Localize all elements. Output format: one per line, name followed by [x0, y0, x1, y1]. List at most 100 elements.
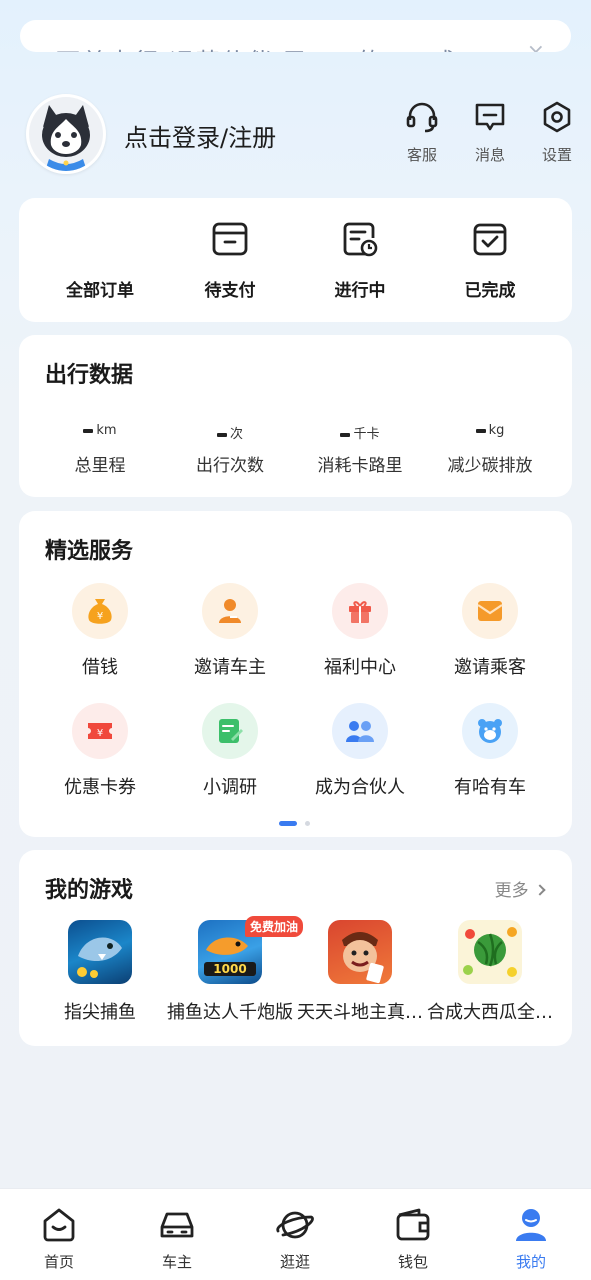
- nav-home[interactable]: 首页: [0, 1205, 118, 1272]
- customer-service-button[interactable]: 客服: [394, 100, 450, 165]
- service-become-partner-label: 成为合伙人: [315, 777, 405, 798]
- message-icon: [475, 103, 505, 131]
- game-finger-fishing[interactable]: 指尖捕鱼: [35, 920, 165, 1024]
- settings-icon: [543, 101, 571, 133]
- orders-card: 全部订单 待支付 进行中 已完成: [19, 198, 572, 322]
- game-landlord-label: 天天斗地主真人版: [297, 1002, 425, 1023]
- game-watermelon-thumbnail: [458, 920, 522, 984]
- trip-count-stat: 次 出行次数: [165, 423, 295, 476]
- top-banner[interactable]: 下单出行 运营伙伴 已 ... 的 ... 成 ... ×: [20, 20, 571, 52]
- coupon-icon: ¥: [88, 723, 112, 739]
- in-progress-icon: [343, 222, 378, 257]
- gift-icon: [349, 601, 371, 623]
- carbon-reduction-stat: kg 减少碳排放: [425, 423, 555, 476]
- travel-data-card: 出行数据 km 总里程 次 出行次数 千卡 消耗卡路里 kg 减少碳排放: [19, 335, 572, 497]
- pending-payment-button[interactable]: 待支付: [161, 220, 299, 301]
- service-survey-label: 小调研: [203, 777, 257, 798]
- partners-icon: [346, 721, 374, 742]
- nav-mine[interactable]: 我的: [472, 1205, 590, 1272]
- completed-button[interactable]: 已完成: [421, 220, 559, 301]
- game-landlord-thumbnail: [328, 920, 392, 984]
- carbon-reduction-label: 减少碳排放: [447, 456, 533, 476]
- service-become-partner[interactable]: 成为合伙人: [295, 703, 425, 799]
- customer-service-label: 客服: [406, 146, 437, 164]
- service-welfare-center[interactable]: 福利中心: [295, 583, 425, 679]
- service-coupons[interactable]: ¥ 优惠卡券: [35, 703, 165, 799]
- envelope-icon: [477, 601, 503, 621]
- service-borrow-money-label: 借钱: [82, 657, 118, 678]
- my-games-title: 我的游戏: [45, 878, 134, 903]
- service-invite-passenger-label: 邀请乘客: [454, 657, 526, 678]
- bear-icon: [478, 719, 502, 743]
- game-watermelon-label: 合成大西瓜全民版: [427, 1002, 555, 1023]
- more-games-label: 更多: [494, 881, 529, 901]
- nav-wallet-label: 钱包: [397, 1253, 428, 1271]
- nav-driver[interactable]: 车主: [118, 1205, 236, 1272]
- survey-icon: [219, 719, 243, 743]
- service-youha-youche[interactable]: 有哈有车: [425, 703, 555, 799]
- featured-services-card: 精选服务 ¥ 借钱 邀请车主 福利中心 邀请乘客 ¥ 优惠卡券 小调研 成为合伙…: [19, 511, 572, 837]
- nav-home-label: 首页: [43, 1253, 74, 1271]
- game-finger-fishing-thumbnail: [68, 920, 132, 984]
- service-youha-youche-label: 有哈有车: [454, 777, 526, 798]
- more-games-link[interactable]: 更多: [494, 876, 546, 901]
- settings-button[interactable]: 设置: [529, 100, 585, 165]
- chevron-right-icon: [534, 884, 546, 896]
- service-welfare-center-label: 福利中心: [324, 657, 396, 678]
- wallet-icon: [396, 1208, 430, 1241]
- headset-icon: [406, 102, 438, 133]
- nav-driver-label: 车主: [161, 1253, 192, 1271]
- completed-icon: [473, 223, 507, 256]
- money-bag-icon: ¥: [88, 599, 112, 624]
- bottom-navigation: 首页 车主 逛逛 钱包 我的: [0, 1188, 591, 1280]
- banner-text: 下单出行 运营伙伴 已 ... 的 ... 成 ...: [56, 42, 496, 52]
- svg-text:¥: ¥: [97, 728, 103, 739]
- carbon-reduction-value: kg: [425, 423, 555, 443]
- page-indicator-dot: [305, 821, 310, 826]
- game-landlord[interactable]: 天天斗地主真人版: [295, 920, 425, 1024]
- total-distance-value: km: [35, 423, 165, 443]
- calories-value: 千卡: [295, 423, 425, 443]
- wallet-card-icon: [212, 222, 248, 256]
- car-icon: [160, 1212, 194, 1238]
- nav-explore[interactable]: 逛逛: [236, 1205, 354, 1272]
- settings-label: 设置: [541, 146, 572, 164]
- pending-payment-label: 待支付: [204, 281, 256, 301]
- banner-close-icon[interactable]: ×: [527, 40, 545, 52]
- travel-data-title: 出行数据: [45, 363, 134, 388]
- completed-label: 已完成: [464, 281, 516, 301]
- husky-avatar-icon: [29, 97, 103, 171]
- service-invite-passenger[interactable]: 邀请乘客: [425, 583, 555, 679]
- home-icon: [43, 1208, 75, 1242]
- total-distance-stat: km 总里程: [35, 423, 165, 476]
- messages-label: 消息: [474, 146, 505, 164]
- game-watermelon[interactable]: 合成大西瓜全民版: [425, 920, 555, 1024]
- trip-count-value: 次: [165, 423, 295, 443]
- planet-icon: [276, 1211, 314, 1239]
- calories-label: 消耗卡路里: [317, 456, 403, 476]
- service-borrow-money[interactable]: ¥ 借钱: [35, 583, 165, 679]
- nav-wallet[interactable]: 钱包: [354, 1205, 472, 1272]
- profile-icon: [516, 1209, 546, 1241]
- game-fishing-master-label: 捕鱼达人千炮版: [167, 1002, 293, 1023]
- calories-stat: 千卡 消耗卡路里: [295, 423, 425, 476]
- avatar[interactable]: [26, 94, 106, 174]
- all-orders-button[interactable]: 全部订单: [31, 220, 169, 301]
- featured-services-title: 精选服务: [45, 539, 134, 564]
- trip-count-label: 出行次数: [196, 456, 264, 476]
- service-invite-driver-label: 邀请车主: [194, 657, 266, 678]
- in-progress-label: 进行中: [334, 281, 386, 301]
- service-coupons-label: 优惠卡券: [64, 777, 136, 798]
- messages-button[interactable]: 消息: [462, 100, 518, 165]
- invite-driver-icon: [219, 599, 241, 623]
- all-orders-label: 全部订单: [66, 281, 134, 301]
- my-games-card: 我的游戏 更多 指尖捕鱼 1000 捕鱼达人千炮版 免费加油 天天斗地主真人 合…: [19, 850, 572, 1046]
- login-register-link[interactable]: 点击登录/注册: [124, 118, 276, 153]
- nav-mine-label: 我的: [515, 1253, 546, 1271]
- service-invite-driver[interactable]: 邀请车主: [165, 583, 295, 679]
- svg-text:1000: 1000: [213, 962, 246, 976]
- in-progress-button[interactable]: 进行中: [291, 220, 429, 301]
- service-survey[interactable]: 小调研: [165, 703, 295, 799]
- game-finger-fishing-label: 指尖捕鱼: [64, 1002, 136, 1023]
- nav-explore-label: 逛逛: [279, 1253, 310, 1271]
